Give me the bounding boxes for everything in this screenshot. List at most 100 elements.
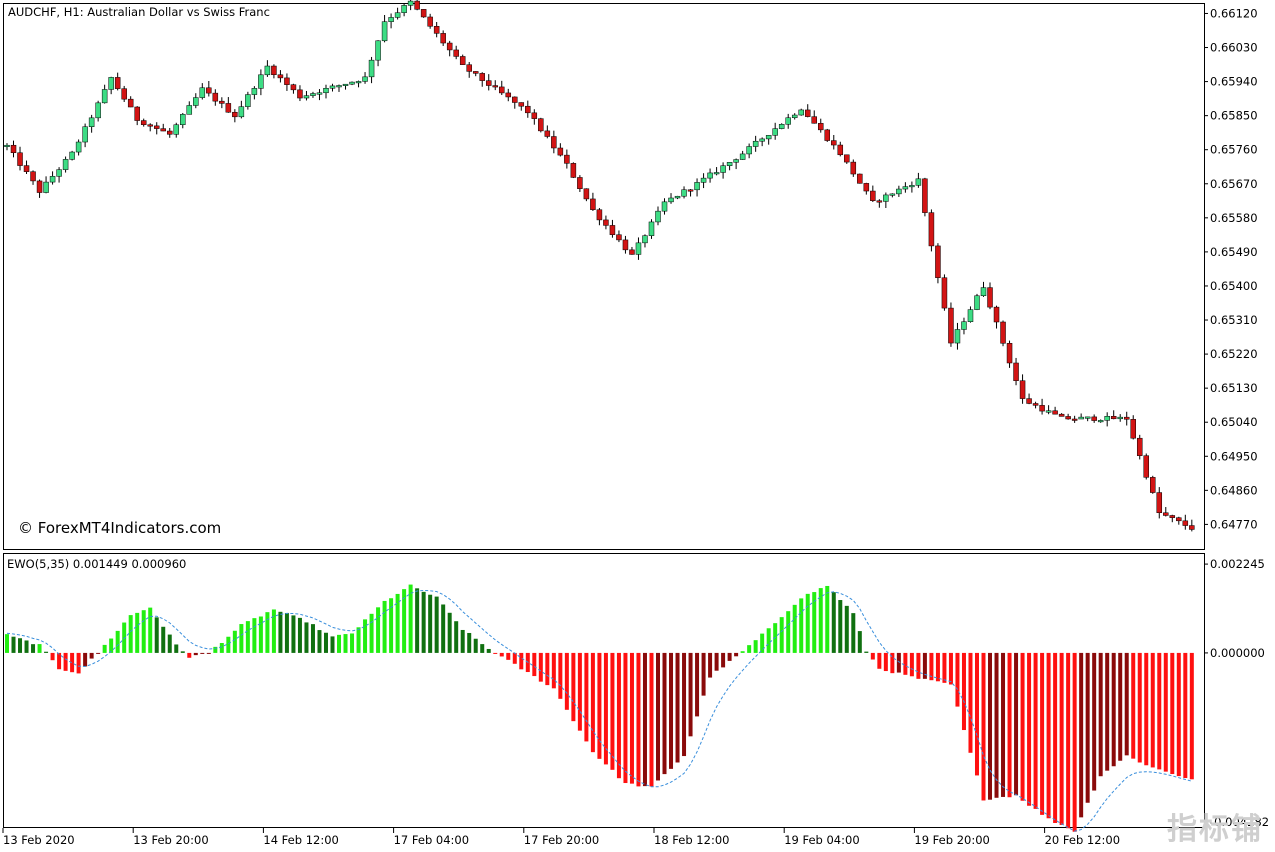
ewo-bar — [792, 604, 797, 653]
ewo-bar — [903, 652, 908, 675]
candle-bull — [316, 92, 323, 95]
candle-bull — [909, 185, 915, 188]
candle-bear — [609, 225, 616, 235]
ewo-bar — [330, 636, 335, 653]
candle-bull — [883, 194, 889, 202]
candle-bull — [251, 88, 258, 95]
candle-bear — [577, 177, 583, 189]
ewo-bar — [948, 652, 953, 685]
ewo-bar — [961, 652, 966, 731]
candle-bull — [778, 124, 785, 129]
candle-bear — [30, 171, 36, 182]
candle-bear — [544, 130, 551, 137]
candle-bear — [993, 306, 1000, 323]
ewo-bar — [1189, 652, 1194, 780]
ewo-bar — [245, 621, 250, 653]
candle-bull — [342, 83, 349, 86]
price-tick-label: 0.65940 — [1210, 75, 1258, 89]
candle-bear — [453, 49, 459, 57]
ewo-bar — [1176, 652, 1181, 777]
ewo-bar — [766, 628, 771, 653]
candle-bear — [518, 102, 525, 107]
ewo-bar — [1014, 652, 1019, 796]
time-tick-label: 17 Feb 20:00 — [524, 833, 599, 847]
candle-bear — [531, 112, 538, 119]
ewo-bar — [454, 621, 459, 653]
ewo-bar — [870, 652, 875, 660]
candle-bull — [681, 189, 687, 197]
candle-bull — [759, 138, 765, 142]
candle-bear — [271, 65, 277, 75]
price-tick-label: 0.65580 — [1210, 211, 1258, 225]
ewo-bar — [232, 630, 237, 653]
candle-bear — [127, 98, 134, 108]
candle-bull — [739, 153, 746, 160]
watermark-logo: 指标铺 — [1167, 812, 1263, 847]
candle-bear — [167, 130, 173, 135]
candle-bear — [1143, 455, 1149, 478]
ewo-bar — [649, 652, 654, 787]
candle-bear — [1176, 517, 1182, 522]
ewo-bar — [988, 652, 993, 800]
ewo-bar — [109, 638, 114, 653]
candle-bear — [818, 123, 824, 131]
candle-bear — [1182, 520, 1189, 526]
candle-bear — [629, 249, 635, 255]
candle-bear — [831, 140, 837, 146]
candle-bear — [1110, 416, 1117, 420]
candle-bull — [1045, 410, 1052, 413]
ewo-bar — [337, 634, 342, 653]
candle-bear — [538, 118, 544, 132]
candle-bear — [525, 105, 531, 114]
candle-bull — [668, 197, 674, 203]
candle-bear — [36, 180, 43, 193]
candle-bear — [804, 109, 811, 117]
time-tick-label: 19 Feb 20:00 — [914, 833, 989, 847]
ewo-bar — [1163, 652, 1168, 772]
ewo-bar — [909, 652, 914, 677]
candle-bull — [349, 81, 355, 85]
ewo-bar — [1131, 652, 1136, 759]
candle-bull — [375, 40, 381, 61]
ewo-bar — [5, 634, 9, 653]
candle-bear — [206, 87, 212, 94]
ewo-bar — [760, 633, 765, 653]
ewo-bar — [441, 604, 446, 653]
chart-title: AUDCHF, H1: Australian Dollar vs Swiss F… — [8, 5, 270, 19]
time-tick-label: 19 Feb 04:00 — [784, 833, 859, 847]
ewo-bar — [395, 593, 400, 653]
ewo-bar — [161, 626, 166, 653]
ewo-bar — [128, 615, 133, 653]
ewo-bar — [376, 607, 381, 653]
ewo-bar — [284, 612, 289, 653]
price-tick-label: 0.64770 — [1210, 517, 1258, 531]
candle-bull — [381, 21, 388, 42]
candle-bull — [1117, 416, 1123, 420]
candle-bull — [88, 117, 95, 127]
ewo-bar — [1118, 652, 1123, 761]
ewo-bar — [304, 622, 309, 653]
ewo-bar — [356, 627, 361, 653]
ewo-label: EWO(5,35) 0.001449 0.000960 — [7, 557, 186, 571]
candle-bear — [1130, 419, 1136, 439]
ewo-bar — [37, 644, 42, 653]
candle-bull — [82, 126, 88, 143]
candle-bear — [622, 239, 629, 251]
candle-bear — [557, 147, 564, 156]
ewo-bar — [603, 652, 608, 765]
price-tick-label: 0.66030 — [1210, 41, 1258, 55]
candle-bull — [889, 193, 896, 196]
watermark-text: © ForexMT4Indicators.com — [18, 519, 221, 537]
candle-bull — [720, 165, 726, 173]
ewo-bar — [323, 632, 328, 653]
ewo-bar — [662, 652, 667, 775]
ewo-bar — [57, 652, 62, 670]
candle-bear — [485, 80, 492, 86]
price-tick-label: 0.64860 — [1210, 483, 1258, 497]
ewo-bar — [1007, 652, 1012, 798]
ewo-bar — [1053, 652, 1058, 823]
candle-bear — [935, 245, 941, 278]
ewo-bar — [265, 612, 270, 653]
ewo-bar — [428, 594, 433, 653]
ewo-bar — [558, 652, 563, 699]
